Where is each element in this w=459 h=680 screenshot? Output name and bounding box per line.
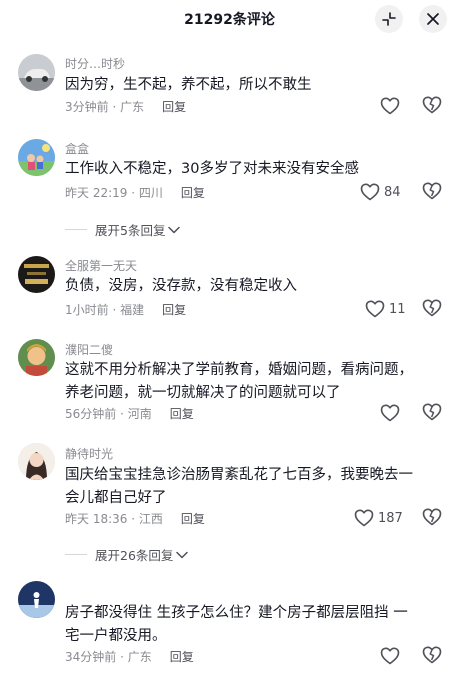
- like-button[interactable]: [380, 96, 404, 116]
- collapse-arrows-icon: [382, 12, 396, 26]
- comment-username[interactable]: 盒盒: [65, 140, 89, 157]
- avatar[interactable]: [18, 54, 55, 91]
- comment-time: 56分钟前: [65, 407, 117, 421]
- comment-location: 河南: [127, 407, 152, 421]
- comment-location: 四川: [138, 186, 163, 200]
- comment-meta: 34分钟前 · 广东 回复: [65, 650, 194, 664]
- dislike-button[interactable]: [422, 508, 442, 528]
- comment-time: 34分钟前: [65, 650, 117, 664]
- like-count: 84: [384, 184, 401, 200]
- reply-button[interactable]: 回复: [162, 100, 186, 114]
- chevron-down-icon: [168, 226, 181, 233]
- divider: [65, 554, 87, 555]
- heart-icon: [365, 300, 385, 318]
- comment-meta: 昨天 18:36 · 江西 回复: [65, 512, 205, 526]
- close-icon: [427, 13, 439, 25]
- comment-time: 昨天 18:36: [65, 512, 128, 526]
- collapse-button[interactable]: [375, 5, 403, 33]
- heart-icon: [380, 404, 400, 422]
- heart-icon: [380, 647, 400, 665]
- comment-username[interactable]: 濮阳二傻: [65, 341, 113, 358]
- divider: [65, 229, 87, 230]
- dislike-button[interactable]: [422, 646, 442, 666]
- comment-location: 江西: [138, 512, 163, 526]
- like-count: 11: [389, 301, 406, 317]
- comment-time: 1小时前: [65, 303, 109, 317]
- expand-replies-label: 展开26条回复: [95, 548, 174, 563]
- heart-icon: [354, 509, 374, 527]
- comment-text: 这就不用分析解决了学前教育，婚姻问题，看病问题， 养老问题，就一切就解决了的问题…: [65, 362, 413, 401]
- comment-text: 房子都没得住 生孩子怎么住？建个房子都层层阻挡 一 宅一户都没用。: [65, 605, 408, 644]
- broken-heart-icon: [422, 299, 442, 317]
- like-button[interactable]: 187: [354, 508, 403, 528]
- comment-location: 广东: [120, 100, 145, 114]
- broken-heart-icon: [422, 96, 442, 114]
- heart-icon: [380, 97, 400, 115]
- like-count: 187: [378, 510, 403, 526]
- reply-button[interactable]: 回复: [181, 512, 205, 526]
- comment-location: 福建: [120, 303, 145, 317]
- broken-heart-icon: [422, 182, 442, 200]
- dislike-button[interactable]: [422, 299, 442, 319]
- comment-location: 广东: [127, 650, 152, 664]
- comment-meta: 56分钟前 · 河南 回复: [65, 407, 194, 421]
- dislike-button[interactable]: [422, 403, 442, 423]
- expand-replies-label: 展开5条回复: [95, 223, 166, 238]
- avatar[interactable]: [18, 581, 55, 618]
- broken-heart-icon: [422, 508, 442, 526]
- comment-text: 负债，没房，没存款，没有稳定收入: [65, 278, 297, 294]
- comment-text: 国庆给宝宝挂急诊治肠胃紊乱花了七百多，我要晚去一 会儿都自己好了: [65, 467, 413, 506]
- dislike-button[interactable]: [422, 182, 442, 202]
- comment-username[interactable]: 时分…时秒: [65, 55, 125, 72]
- chevron-down-icon: [176, 551, 189, 558]
- reply-button[interactable]: 回复: [170, 650, 194, 664]
- comment-text: 因为穷，生不起，养不起，所以不敢生: [65, 77, 312, 93]
- reply-button[interactable]: 回复: [181, 186, 205, 200]
- expand-replies-button[interactable]: 展开26条回复: [65, 545, 189, 564]
- avatar[interactable]: [18, 339, 55, 376]
- avatar[interactable]: [18, 139, 55, 176]
- comment-time: 3分钟前: [65, 100, 109, 114]
- like-button[interactable]: 11: [365, 299, 406, 319]
- comments-header: 21292条评论: [0, 0, 459, 36]
- comment-username[interactable]: 全服第一无天: [65, 257, 137, 274]
- comment-meta: 1小时前 · 福建 回复: [65, 303, 187, 317]
- broken-heart-icon: [422, 403, 442, 421]
- broken-heart-icon: [422, 646, 442, 664]
- expand-replies-button[interactable]: 展开5条回复: [65, 220, 181, 239]
- avatar[interactable]: [18, 256, 55, 293]
- comment-text: 工作收入不稳定，30多岁了对未来没有安全感: [65, 161, 359, 177]
- heart-icon: [360, 183, 380, 201]
- like-button[interactable]: [380, 403, 404, 423]
- comment-meta: 3分钟前 · 广东 回复: [65, 100, 187, 114]
- comment-meta: 昨天 22:19 · 四川 回复: [65, 186, 205, 200]
- like-button[interactable]: 84: [360, 182, 401, 202]
- avatar[interactable]: [18, 443, 55, 480]
- comment-time: 昨天 22:19: [65, 186, 128, 200]
- close-button[interactable]: [419, 5, 447, 33]
- reply-button[interactable]: 回复: [170, 407, 194, 421]
- dislike-button[interactable]: [422, 96, 442, 116]
- comment-username[interactable]: 静待时光: [65, 445, 113, 462]
- like-button[interactable]: [380, 646, 404, 666]
- reply-button[interactable]: 回复: [162, 303, 186, 317]
